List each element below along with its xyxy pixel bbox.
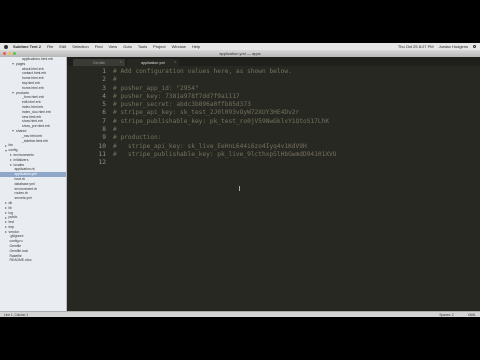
code-line[interactable]: # stripe_api_key: sk_test_2J0l093vOyW72X…: [113, 109, 473, 117]
title-bar: application.yml — apps: [0, 50, 480, 57]
menu-file[interactable]: File: [47, 44, 53, 49]
code-line[interactable]: # stripe_publishable_key: pk_live_9lcthx…: [113, 151, 473, 159]
mouse-cursor: [239, 186, 240, 191]
disclosure-triangle-icon[interactable]: [4, 202, 7, 205]
line-number: 10: [98, 142, 106, 150]
disclosure-triangle-icon[interactable]: [4, 231, 7, 234]
window-controls: [3, 52, 16, 55]
close-icon[interactable]: ×: [120, 60, 122, 64]
disclosure-triangle-icon[interactable]: [4, 144, 7, 147]
menu-goto[interactable]: Goto: [123, 44, 132, 49]
line-number: 3: [102, 84, 106, 92]
code-line[interactable]: [113, 159, 473, 167]
window-title: application.yml — apps: [219, 51, 261, 56]
clock[interactable]: Thu Oct 25 8:27 PM: [398, 44, 434, 49]
syntax-setting[interactable]: YAML: [468, 313, 476, 317]
disclosure-triangle-icon[interactable]: [9, 154, 12, 157]
code-line[interactable]: # pusher_secret: abdc3b896a0ffb85d373: [113, 101, 473, 109]
code-line[interactable]: # Add configuration values here, as show…: [113, 68, 473, 76]
apple-icon[interactable]: [4, 44, 8, 49]
disclosure-triangle-icon[interactable]: [9, 159, 12, 162]
disclosure-triangle-icon[interactable]: [4, 216, 7, 219]
window-close-icon[interactable]: [3, 52, 6, 55]
window-zoom-icon[interactable]: [13, 52, 16, 55]
disclosure-triangle-icon[interactable]: [12, 130, 14, 133]
menu-extras: Thu Oct 25 8:27 PM Jordan Hudgens: [398, 43, 476, 50]
spotlight-search-icon[interactable]: [473, 45, 476, 48]
tab-label: Gemfile: [92, 60, 106, 65]
menu-edit[interactable]: Edit: [59, 44, 66, 49]
disclosure-triangle-icon[interactable]: [9, 163, 12, 166]
disclosure-triangle-icon[interactable]: [4, 211, 7, 214]
disclosure-triangle-icon[interactable]: [4, 207, 7, 210]
sidebar-item-label: secrets.yml: [14, 196, 32, 201]
line-number: 8: [102, 126, 106, 134]
disclosure-triangle-icon[interactable]: [4, 221, 7, 224]
window-minimize-icon[interactable]: [8, 52, 11, 55]
disclosure-triangle-icon[interactable]: [4, 149, 7, 152]
sidebar-item-label: README.rdoc: [9, 258, 32, 263]
tab-label: application.yml: [141, 60, 165, 65]
sidebar-item-label: applications.html.erb: [22, 57, 54, 61]
sidebar-file[interactable]: README.rdoc: [0, 258, 66, 263]
tab-gemfile[interactable]: Gemfile ×: [73, 59, 125, 66]
file-tree-sidebar: applications.html.erb pages about.html.erb…: [0, 57, 67, 311]
status-bar: Line 1, Column 1 Spaces: 2 YAML: [0, 311, 480, 317]
code-line[interactable]: #: [113, 126, 473, 134]
disclosure-triangle-icon[interactable]: [12, 91, 14, 94]
line-number: 12: [98, 159, 106, 167]
menu-find[interactable]: Find: [95, 44, 103, 49]
line-number-gutter: 1 2 3 4 5 6 7 8 9 10 11 12: [67, 68, 109, 168]
code-editor[interactable]: 1 2 3 4 5 6 7 8 9 10 11 12 # Add configuration valu…: [67, 66, 480, 311]
menu-bar: Sublime Text 2 File Edit Selection Find …: [0, 43, 480, 50]
menu-window[interactable]: Window: [172, 44, 186, 49]
disclosure-triangle-icon[interactable]: [12, 63, 14, 66]
code-line[interactable]: # stripe_api_key: sk_live_EeHnL644i6zo4I…: [113, 143, 473, 151]
tab-application-yml[interactable]: application.yml ×: [127, 59, 179, 66]
cursor-position: Line 1, Column 1: [4, 312, 29, 317]
code-line[interactable]: # pusher_app_id: "2954": [113, 85, 473, 93]
line-number: 6: [102, 109, 106, 117]
close-icon[interactable]: ×: [174, 60, 176, 64]
line-number: 4: [102, 92, 106, 100]
code-line[interactable]: # production:: [113, 134, 473, 142]
line-number: 9: [102, 134, 106, 142]
line-number: 2: [102, 76, 106, 84]
tab-bar: Gemfile × application.yml ×: [67, 57, 480, 66]
menu-project[interactable]: Project: [153, 44, 165, 49]
line-number: 11: [98, 150, 106, 158]
code-line[interactable]: # stripe_publishable_key: pk_test_ro0jV5…: [113, 118, 473, 126]
code-area[interactable]: # Add configuration values here, as show…: [113, 68, 473, 168]
disclosure-triangle-icon[interactable]: [4, 226, 7, 229]
indentation-setting[interactable]: Spaces: 2: [439, 313, 453, 317]
menu-app-name[interactable]: Sublime Text 2: [13, 44, 41, 49]
menu-selection[interactable]: Selection: [72, 44, 88, 49]
user-name[interactable]: Jordan Hudgens: [439, 44, 468, 49]
line-number: 7: [102, 117, 106, 125]
code-line[interactable]: # pusher_key: 7381a978f7dd7f9a1117: [113, 93, 473, 101]
menu-view[interactable]: View: [109, 44, 118, 49]
sidebar-item-label: _sidebar.html.erb: [22, 138, 49, 143]
line-number: 1: [102, 68, 106, 75]
code-line[interactable]: #: [113, 76, 473, 84]
menu-tools[interactable]: Tools: [138, 44, 147, 49]
status-right: Spaces: 2 YAML: [439, 312, 476, 317]
line-number: 5: [102, 101, 106, 109]
menu-help[interactable]: Help: [192, 44, 200, 49]
screen: Sublime Text 2 File Edit Selection Find …: [0, 43, 480, 317]
